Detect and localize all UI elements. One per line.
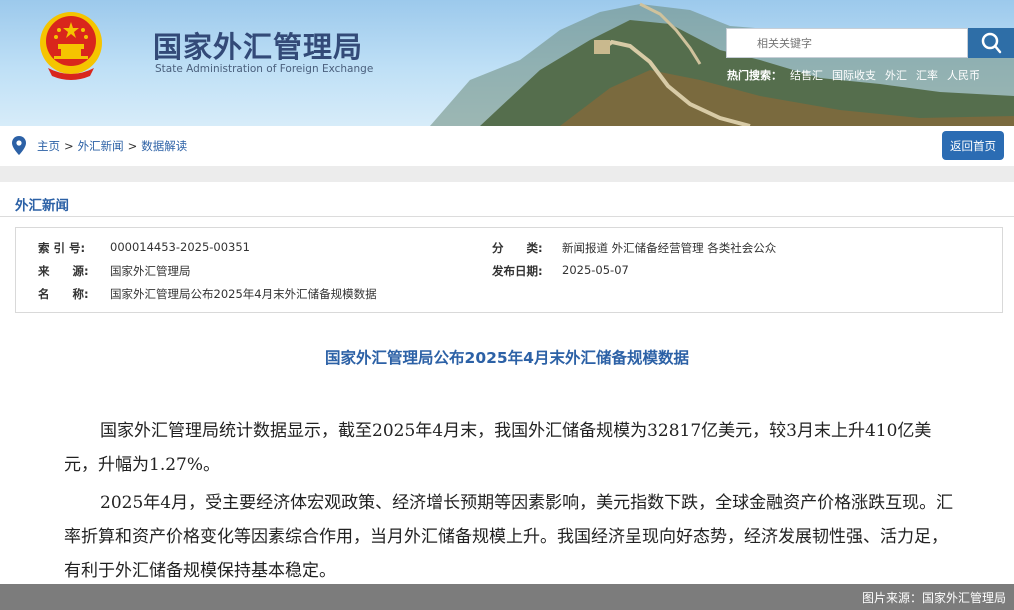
article-paragraph: 国家外汇管理局统计数据显示，截至2025年4月末，我国外汇储备规模为32817亿… <box>64 421 932 475</box>
search-button[interactable] <box>968 28 1014 58</box>
breadcrumb: 主页 > 外汇新闻 > 数据解读 <box>37 138 187 154</box>
section-divider <box>0 216 1014 217</box>
breadcrumb-bar: 主页 > 外汇新闻 > 数据解读 <box>0 126 1014 166</box>
publish-date-value: 2025-05-07 <box>562 263 629 277</box>
search-input[interactable] <box>726 28 968 58</box>
breadcrumb-forex-news[interactable]: 外汇新闻 <box>78 139 124 153</box>
category-value: 新闻报道 外汇储备经营管理 各类社会公众 <box>562 241 777 255</box>
hot-search: 热门搜索： 结售汇 国际收支 外汇 汇率 人民币 <box>727 67 989 83</box>
name-value: 国家外汇管理局公布2025年4月末外汇储备规模数据 <box>110 287 377 301</box>
breadcrumb-data-interpretation[interactable]: 数据解读 <box>141 139 187 153</box>
hot-keyword[interactable]: 外汇 <box>885 69 907 82</box>
breadcrumb-separator: > <box>127 139 138 153</box>
name-label: 名 称: <box>38 287 89 301</box>
location-pin-icon <box>12 136 26 155</box>
publish-date-label: 发布日期: <box>492 264 543 278</box>
metadata-box: 索 引 号: 000014453-2025-00351 分 类: 新闻报道 外汇… <box>15 227 1003 313</box>
hot-keyword[interactable]: 汇率 <box>916 69 938 82</box>
index-label: 索 引 号: <box>38 241 86 255</box>
site-title: 国家外汇管理局 <box>153 30 364 64</box>
divider-strip <box>0 166 1014 182</box>
hot-keyword[interactable]: 国际收支 <box>832 69 876 82</box>
breadcrumb-home[interactable]: 主页 <box>37 139 60 153</box>
article-title: 国家外汇管理局公布2025年4月末外汇储备规模数据 <box>325 349 689 367</box>
hot-search-label: 热门搜索： <box>727 69 782 82</box>
header-banner: 国家外汇管理局 State Administration of Foreign … <box>0 0 1014 126</box>
hot-keyword[interactable]: 人民币 <box>947 69 980 82</box>
image-source-caption: 图片来源：国家外汇管理局 <box>861 591 1006 605</box>
search-icon <box>981 32 1002 54</box>
breadcrumb-separator: > <box>64 139 74 153</box>
back-home-button[interactable]: 返回首页 <box>942 131 1004 160</box>
article-paragraph: 2025年4月，受主要经济体宏观政策、经济增长预期等因素影响，美元指数下跌，全球… <box>64 493 954 581</box>
hot-keyword[interactable]: 结售汇 <box>790 69 823 82</box>
source-label: 来 源: <box>38 264 89 278</box>
section-title: 外汇新闻 <box>15 198 69 214</box>
site-title-english: State Administration of Foreign Exchange <box>155 63 374 75</box>
index-value: 000014453-2025-00351 <box>110 240 250 254</box>
category-label: 分 类: <box>492 241 543 255</box>
source-value: 国家外汇管理局 <box>110 264 191 278</box>
national-emblem-icon <box>40 12 102 80</box>
image-source-bar: 图片来源：国家外汇管理局 <box>0 584 1014 610</box>
